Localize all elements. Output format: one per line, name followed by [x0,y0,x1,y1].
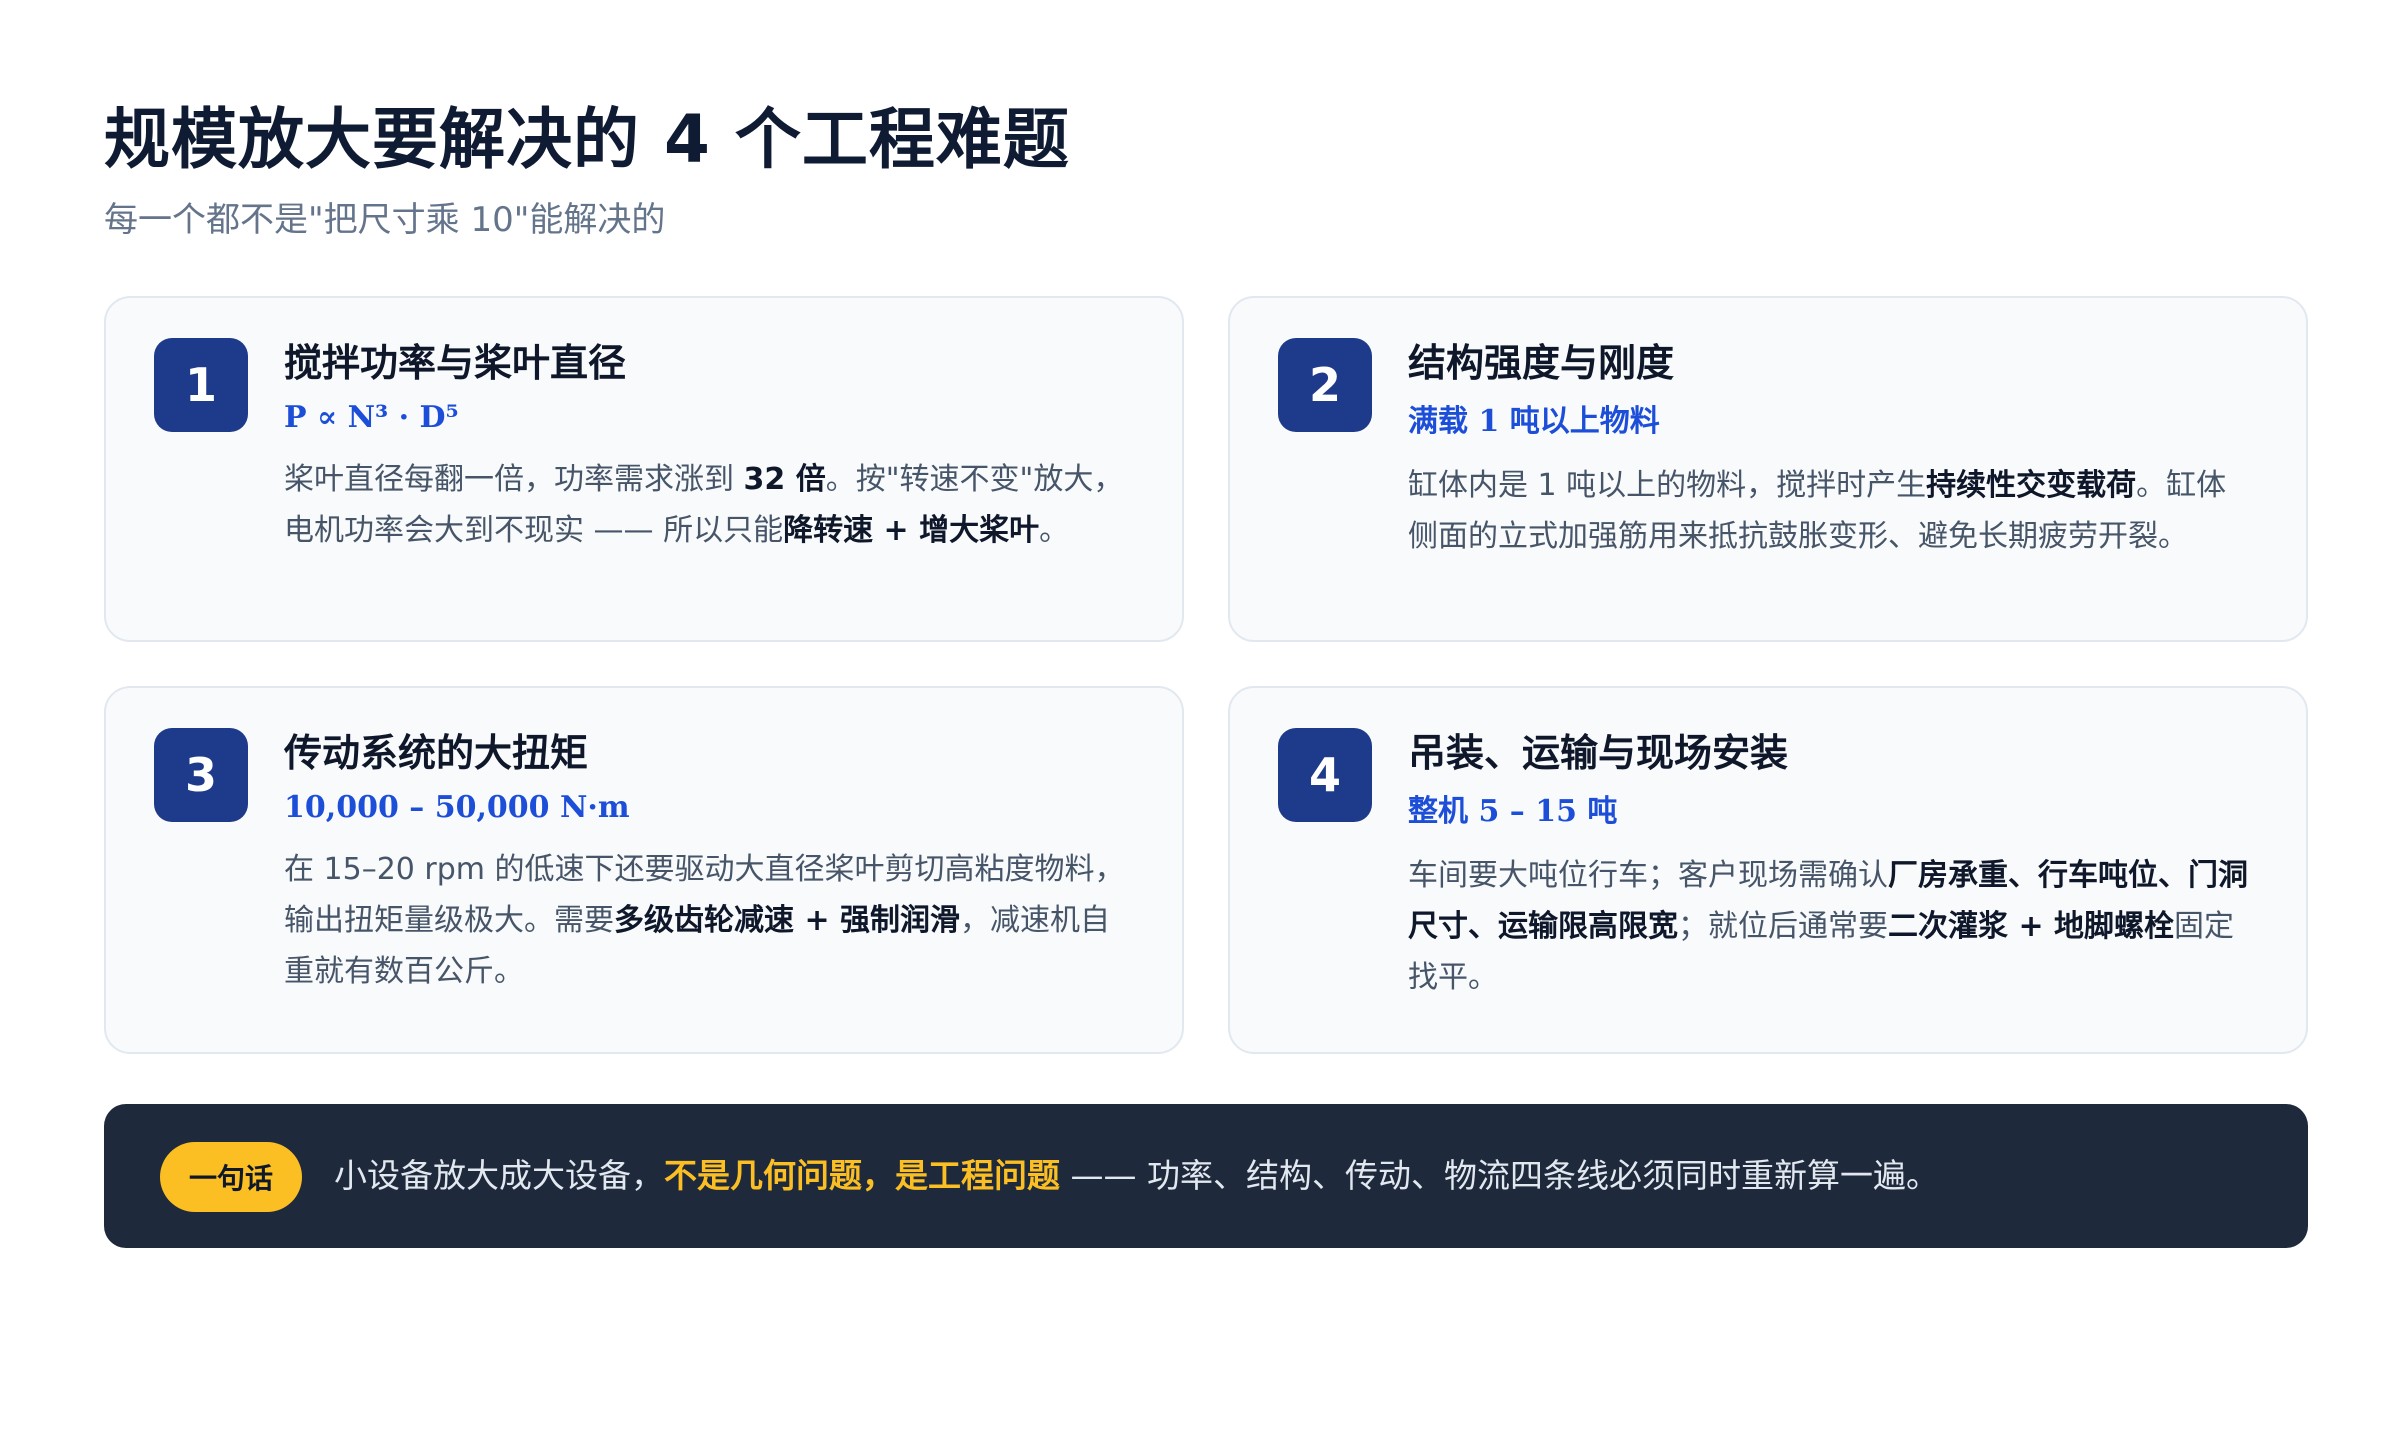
body-text: ；就位后通常要 [1678,909,1888,944]
page: 规模放大要解决的 4 个工程难题 每一个都不是"把尺寸乘 10"能解决的 1 搅… [0,0,2400,1452]
card-description: 车间要大吨位行车；客户现场需确认厂房承重、行车吨位、门洞尺寸、运输限高限宽；就位… [1408,850,2250,1003]
card-formula: P ∝ N³ · D⁵ [284,400,459,435]
emphasis-text: 32 倍 [743,462,826,497]
card-title: 结构强度与刚度 [1408,341,1675,385]
emphasis-text: 持续性交变载荷 [1926,468,2137,503]
summary-highlight: 不是几何问题，是工程问题 [664,1156,1060,1195]
card-logistics: 4 吊装、运输与现场安装 整机 5 – 15 吨 车间要大吨位行车；客户现场需确… [1228,686,2308,1054]
card-body: 传动系统的大扭矩 10,000 – 50,000 N·m 在 15–20 rpm… [284,728,1126,997]
card-torque: 3 传动系统的大扭矩 10,000 – 50,000 N·m 在 15–20 r… [104,686,1184,1054]
summary-text-before: 小设备放大成大设备， [334,1156,664,1195]
card-number-badge: 1 [154,338,248,432]
card-number-badge: 3 [154,728,248,822]
card-body: 搅拌功率与桨叶直径 P ∝ N³ · D⁵ 桨叶直径每翻一倍，功率需求涨到 32… [284,338,1126,556]
summary-banner: 一句话 小设备放大成大设备，不是几何问题，是工程问题 —— 功率、结构、传动、物… [104,1104,2308,1248]
card-title: 传动系统的大扭矩 [284,731,589,775]
summary-text-after: —— 功率、结构、传动、物流四条线必须同时重新算一遍。 [1060,1156,1939,1195]
body-text: 缸体内是 1 吨以上的物料，搅拌时产生 [1408,468,1927,503]
card-tag: 满载 1 吨以上物料 [1408,404,1660,439]
card-structure: 2 结构强度与刚度 满载 1 吨以上物料 缸体内是 1 吨以上的物料，搅拌时产生… [1228,296,2308,642]
emphasis-text: 二次灌浆 + 地脚螺栓 [1888,909,2175,944]
emphasis-text: 降转速 + 增大桨叶 [783,513,1040,548]
card-number-badge: 2 [1278,338,1372,432]
emphasis-text: 多级齿轮减速 + 强制润滑 [614,903,961,938]
summary-text: 小设备放大成大设备，不是几何问题，是工程问题 —— 功率、结构、传动、物流四条线… [334,1150,1939,1202]
card-body: 结构强度与刚度 满载 1 吨以上物料 缸体内是 1 吨以上的物料，搅拌时产生持续… [1408,338,2250,562]
card-title: 吊装、运输与现场安装 [1408,731,1789,775]
card-description: 桨叶直径每翻一倍，功率需求涨到 32 倍。按"转速不变"放大，电机功率会大到不现… [284,454,1126,556]
card-power: 1 搅拌功率与桨叶直径 P ∝ N³ · D⁵ 桨叶直径每翻一倍，功率需求涨到 … [104,296,1184,642]
card-tag: 整机 5 – 15 吨 [1408,794,1618,829]
card-description: 在 15–20 rpm 的低速下还要驱动大直径桨叶剪切高粘度物料，输出扭矩量级极… [284,844,1126,997]
body-text: 。 [1039,513,1070,548]
body-text: 车间要大吨位行车；客户现场需确认 [1408,858,1888,893]
summary-pill: 一句话 [160,1142,302,1212]
card-tag: 10,000 – 50,000 N·m [284,790,630,825]
card-description: 缸体内是 1 吨以上的物料，搅拌时产生持续性交变载荷。缸体侧面的立式加强筋用来抵… [1408,460,2250,562]
body-text: 桨叶直径每翻一倍，功率需求涨到 [284,462,744,497]
page-title: 规模放大要解决的 4 个工程难题 [104,101,1070,178]
page-subtitle: 每一个都不是"把尺寸乘 10"能解决的 [104,200,666,240]
card-title: 搅拌功率与桨叶直径 [284,341,627,385]
card-body: 吊装、运输与现场安装 整机 5 – 15 吨 车间要大吨位行车；客户现场需确认厂… [1408,728,2250,1003]
card-number-badge: 4 [1278,728,1372,822]
